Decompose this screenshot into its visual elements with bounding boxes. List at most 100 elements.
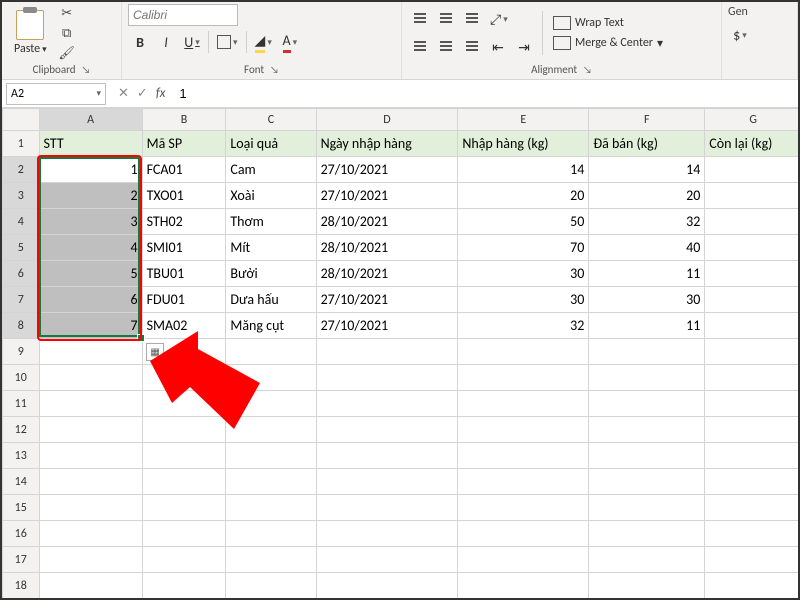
fx-icon[interactable]: fx <box>156 86 166 101</box>
cell-E12[interactable] <box>458 417 589 443</box>
cell-F2[interactable]: 14 <box>589 157 705 183</box>
alignment-dialog-launcher[interactable]: ↘ <box>583 63 592 76</box>
cell-F3[interactable]: 20 <box>589 183 705 209</box>
cell-A10[interactable] <box>39 365 142 391</box>
cell-E13[interactable] <box>458 443 589 469</box>
font-name-input[interactable] <box>128 4 238 26</box>
cell-A5[interactable]: 4 <box>39 235 142 261</box>
cell-G9[interactable] <box>705 339 798 365</box>
cell-B1[interactable]: Mã SP <box>142 131 226 157</box>
cell-E7[interactable]: 30 <box>458 287 589 313</box>
borders-button[interactable]: ▾ <box>213 30 242 54</box>
cell-F4[interactable]: 32 <box>589 209 705 235</box>
cell-G5[interactable] <box>705 235 798 261</box>
cell-D10[interactable] <box>316 365 458 391</box>
cell-D6[interactable]: 28/10/2021 <box>316 261 458 287</box>
cell-B7[interactable]: FDU01 <box>142 287 226 313</box>
row-header-7[interactable]: 7 <box>3 287 40 313</box>
cell-D9[interactable] <box>316 339 458 365</box>
cell-A18[interactable] <box>39 573 142 599</box>
cell-A8[interactable]: 7 <box>39 313 142 339</box>
confirm-formula-button[interactable]: ✓ <box>137 86 148 101</box>
cell-C8[interactable]: Măng cụt <box>226 313 316 339</box>
cell-D4[interactable]: 28/10/2021 <box>316 209 458 235</box>
row-header-15[interactable]: 15 <box>3 495 40 521</box>
cell-D5[interactable]: 28/10/2021 <box>316 235 458 261</box>
row-header-17[interactable]: 17 <box>3 547 40 573</box>
cell-F10[interactable] <box>589 365 705 391</box>
cell-F9[interactable] <box>589 339 705 365</box>
cell-G8[interactable] <box>705 313 798 339</box>
cell-F5[interactable]: 40 <box>589 235 705 261</box>
cell-C4[interactable]: Thơm <box>226 209 316 235</box>
cell-F6[interactable]: 11 <box>589 261 705 287</box>
cell-C3[interactable]: Xoài <box>226 183 316 209</box>
cell-A1[interactable]: STT <box>39 131 142 157</box>
cell-C11[interactable] <box>226 391 316 417</box>
cell-B11[interactable] <box>142 391 226 417</box>
row-header-3[interactable]: 3 <box>3 183 40 209</box>
cell-D18[interactable] <box>316 573 458 599</box>
cell-G16[interactable] <box>705 521 798 547</box>
cell-F11[interactable] <box>589 391 705 417</box>
row-header-14[interactable]: 14 <box>3 469 40 495</box>
cell-F7[interactable]: 30 <box>589 287 705 313</box>
cell-F17[interactable] <box>589 547 705 573</box>
col-header-F[interactable]: F <box>589 109 705 131</box>
cell-B13[interactable] <box>142 443 226 469</box>
font-dialog-launcher[interactable]: ↘ <box>270 63 279 76</box>
cell-D13[interactable] <box>316 443 458 469</box>
cell-D7[interactable]: 27/10/2021 <box>316 287 458 313</box>
row-header-9[interactable]: 9 <box>3 339 40 365</box>
bold-button[interactable]: B <box>128 30 152 54</box>
paste-button[interactable]: Paste▾ <box>8 8 53 58</box>
cell-A15[interactable] <box>39 495 142 521</box>
cell-A9[interactable] <box>39 339 142 365</box>
cell-C18[interactable] <box>226 573 316 599</box>
clipboard-dialog-launcher[interactable]: ↘ <box>82 63 91 76</box>
cell-F8[interactable]: 11 <box>589 313 705 339</box>
cell-A3[interactable]: 2 <box>39 183 142 209</box>
col-header-G[interactable]: G <box>705 109 798 131</box>
cell-E16[interactable] <box>458 521 589 547</box>
decrease-indent-button[interactable]: ⇤ <box>486 35 510 59</box>
cell-D1[interactable]: Ngày nhập hàng <box>316 131 458 157</box>
cell-D14[interactable] <box>316 469 458 495</box>
cell-B2[interactable]: FCA01 <box>142 157 226 183</box>
cell-C9[interactable] <box>226 339 316 365</box>
cell-G13[interactable] <box>705 443 798 469</box>
cell-B16[interactable] <box>142 521 226 547</box>
cell-A13[interactable] <box>39 443 142 469</box>
cell-E15[interactable] <box>458 495 589 521</box>
increase-indent-button[interactable]: ⇥ <box>512 35 536 59</box>
cell-C10[interactable] <box>226 365 316 391</box>
accounting-format-button[interactable]: $▾ <box>728 23 752 47</box>
name-box[interactable]: A2 ▾ <box>6 83 106 105</box>
select-all-corner[interactable] <box>3 109 40 131</box>
row-header-10[interactable]: 10 <box>3 365 40 391</box>
cell-D12[interactable] <box>316 417 458 443</box>
cell-B5[interactable]: SMI01 <box>142 235 226 261</box>
cell-G11[interactable] <box>705 391 798 417</box>
cell-E8[interactable]: 32 <box>458 313 589 339</box>
align-middle-button[interactable] <box>434 7 458 29</box>
row-header-13[interactable]: 13 <box>3 443 40 469</box>
cell-D3[interactable]: 27/10/2021 <box>316 183 458 209</box>
formula-input[interactable] <box>173 83 798 105</box>
format-painter-button[interactable]: 🖌 <box>57 44 77 62</box>
cell-F13[interactable] <box>589 443 705 469</box>
cancel-formula-button[interactable]: ✕ <box>118 86 129 101</box>
cell-C1[interactable]: Loại quả <box>226 131 316 157</box>
row-header-16[interactable]: 16 <box>3 521 40 547</box>
cell-G18[interactable] <box>705 573 798 599</box>
row-header-6[interactable]: 6 <box>3 261 40 287</box>
row-header-11[interactable]: 11 <box>3 391 40 417</box>
cell-G1[interactable]: Còn lại (kg) <box>705 131 798 157</box>
cell-E11[interactable] <box>458 391 589 417</box>
cell-F14[interactable] <box>589 469 705 495</box>
align-top-button[interactable] <box>408 7 432 29</box>
cell-E5[interactable]: 70 <box>458 235 589 261</box>
cell-A4[interactable]: 3 <box>39 209 142 235</box>
cell-B8[interactable]: SMA02 <box>142 313 226 339</box>
cell-E4[interactable]: 50 <box>458 209 589 235</box>
